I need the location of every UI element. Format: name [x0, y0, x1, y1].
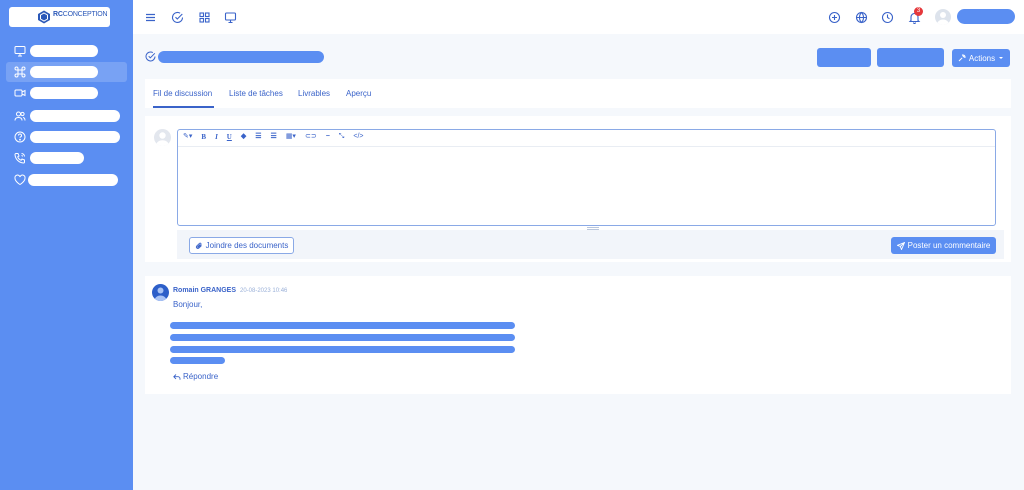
attach-documents-label: Joindre des documents [205, 241, 289, 250]
magic-icon[interactable]: ✎▾ [183, 131, 192, 143]
send-icon [896, 241, 905, 250]
underline-button[interactable]: U [227, 131, 232, 143]
caret-down-icon [999, 57, 1004, 59]
reply-link[interactable]: Répondre [173, 372, 218, 381]
tab-tasks[interactable]: Liste de tâches [229, 89, 283, 98]
heart-icon [14, 174, 26, 186]
post-comment-button[interactable]: Poster un commentaire [891, 237, 996, 254]
avatar [154, 129, 171, 146]
italic-button[interactable]: I [215, 131, 218, 143]
bold-button[interactable]: B [201, 131, 206, 143]
globe-icon[interactable] [855, 11, 868, 24]
wrench-icon [958, 54, 966, 62]
clock-icon[interactable] [881, 11, 894, 24]
menu-icon[interactable] [144, 11, 157, 24]
eraser-icon[interactable]: ◆ [241, 131, 246, 143]
user-avatar-icon [156, 132, 169, 146]
list-ul-icon[interactable]: ☰ [255, 131, 261, 143]
sidebar-item-label [30, 66, 98, 78]
sidebar-item-label [30, 131, 120, 143]
check-circle-icon[interactable] [171, 11, 184, 24]
actions-dropdown-button[interactable]: Actions [952, 49, 1010, 67]
comment-text-line [170, 322, 515, 329]
active-tab-indicator [153, 106, 214, 108]
monitor-icon[interactable] [224, 11, 237, 24]
sidebar-item-label [30, 87, 98, 99]
sidebar-item-projects[interactable] [6, 62, 127, 82]
editor-footer [177, 230, 1004, 259]
brand-name-rest: CONCEPTION [62, 11, 108, 18]
comment-text-line [170, 346, 515, 353]
brand-name-bold: RC [53, 11, 63, 18]
sidebar-item-label [30, 152, 84, 164]
hr-icon[interactable]: − [326, 131, 330, 143]
sidebar: RCCONCEPTION [0, 0, 133, 490]
user-avatar-icon [937, 12, 949, 25]
video-icon [14, 89, 26, 97]
attach-documents-button[interactable]: Joindre des documents [189, 237, 294, 254]
help-circle-icon [14, 131, 26, 143]
grid-icon[interactable] [198, 11, 211, 24]
sidebar-item-label [30, 45, 98, 57]
command-icon [14, 66, 26, 78]
editor-toolbar: ✎▾ B I U ◆ ☰ ☰ ▦▾ ⊂⊃ − ⤡ </> [179, 131, 373, 143]
link-icon[interactable]: ⊂⊃ [305, 131, 317, 143]
tab-discussion[interactable]: Fil de discussion [153, 89, 212, 98]
header-button-2[interactable] [877, 48, 944, 67]
monitor-icon [14, 46, 26, 57]
brand-logo[interactable]: RCCONCEPTION [9, 7, 110, 27]
sidebar-item-dashboard[interactable] [6, 41, 127, 61]
brand-name: RCCONCEPTION [53, 11, 108, 18]
phone-icon [14, 153, 25, 164]
actions-label: Actions [968, 53, 996, 63]
plus-circle-icon[interactable] [828, 11, 841, 24]
comment-greeting: Bonjour, [173, 300, 203, 309]
logo-mark-icon [38, 10, 50, 24]
users-icon [14, 111, 26, 121]
tab-preview[interactable]: Aperçu [346, 89, 371, 98]
reply-label: Répondre [183, 372, 219, 381]
toolbar-divider [178, 146, 995, 147]
sidebar-item-video[interactable] [6, 83, 127, 103]
topbar: 3 [133, 0, 1024, 34]
user-menu[interactable] [957, 9, 1015, 24]
comment-textarea[interactable] [177, 129, 996, 226]
comment-timestamp: 20-08-2023 10:46 [240, 288, 288, 294]
sidebar-item-favorites[interactable] [6, 170, 127, 190]
check-circle-icon [145, 51, 156, 62]
page-title [158, 51, 324, 63]
sidebar-item-help[interactable] [6, 127, 127, 147]
author-avatar-icon [154, 287, 167, 301]
sidebar-item-label [28, 174, 118, 186]
fullscreen-icon[interactable]: ⤡ [339, 131, 345, 143]
tab-deliverables[interactable]: Livrables [298, 89, 330, 98]
comment-author[interactable]: Romain GRANGES [173, 287, 236, 294]
header-button-1[interactable] [817, 48, 871, 67]
list-ol-icon[interactable]: ☰ [271, 131, 277, 143]
sidebar-item-users[interactable] [6, 106, 127, 126]
post-comment-label: Poster un commentaire [907, 241, 991, 250]
comment-text-line [170, 357, 225, 364]
reply-icon [173, 373, 181, 380]
sidebar-item-calls[interactable] [6, 148, 127, 168]
paperclip-icon [195, 242, 202, 249]
comment-text-line [170, 334, 515, 341]
notification-badge: 3 [914, 7, 923, 16]
avatar [152, 284, 169, 301]
table-icon[interactable]: ▦▾ [286, 131, 296, 143]
sidebar-item-label [30, 110, 120, 122]
avatar[interactable] [935, 9, 951, 25]
code-icon[interactable]: </> [353, 131, 363, 143]
